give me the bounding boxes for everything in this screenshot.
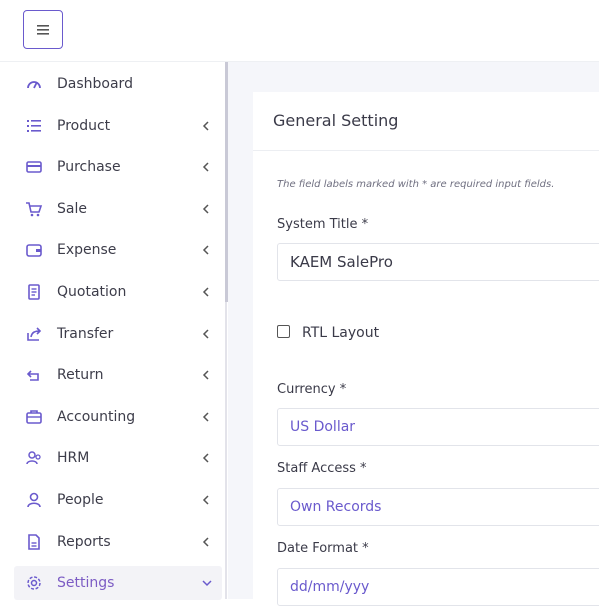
dashboard-gauge-icon — [27, 81, 41, 89]
sidebar-item-dashboard[interactable]: Dashboard — [14, 67, 222, 101]
sidebar-item-label: HRM — [57, 450, 90, 466]
cart-icon — [26, 202, 43, 217]
card-icon — [26, 161, 42, 173]
card-divider — [253, 150, 599, 151]
top-navbar — [0, 0, 599, 62]
sidebar-item-label: Reports — [57, 534, 111, 550]
sidebar-item-purchase[interactable]: Purchase — [14, 150, 222, 184]
page-title: General Setting — [273, 111, 399, 130]
sidebar-item-return[interactable]: Return — [14, 358, 222, 392]
return-icon — [26, 370, 39, 381]
chevron-down-icon — [202, 580, 212, 587]
sidebar-item-hrm[interactable]: HRM — [14, 441, 222, 475]
currency-label: Currency * — [277, 382, 347, 397]
chevron-left-icon — [202, 121, 209, 131]
sidebar-item-label: People — [57, 492, 104, 508]
rtl-layout-checkbox[interactable] — [277, 325, 290, 338]
chevron-left-icon — [202, 453, 209, 463]
sidebar-toggle-button[interactable] — [23, 10, 63, 49]
sidebar-item-sale[interactable]: Sale — [14, 192, 222, 226]
chevron-left-icon — [202, 495, 209, 505]
sidebar-item-label: Sale — [57, 201, 87, 217]
system-title-label: System Title * — [277, 217, 369, 232]
list-icon — [27, 120, 41, 132]
sidebar-item-people[interactable]: People — [14, 483, 222, 517]
chevron-left-icon — [202, 204, 209, 214]
hamburger-icon — [37, 24, 49, 35]
chevron-left-icon — [202, 412, 209, 422]
chevron-left-icon — [202, 162, 209, 172]
users-icon — [26, 451, 41, 465]
staff-access-select[interactable]: Own Records — [277, 488, 599, 526]
sidebar-item-label: Dashboard — [57, 76, 133, 92]
briefcase-icon — [26, 410, 42, 424]
sidebar-item-label: Return — [57, 367, 104, 383]
sidebar-item-reports[interactable]: Reports — [14, 525, 222, 559]
chevron-left-icon — [202, 370, 209, 380]
sidebar-item-product[interactable]: Product — [14, 109, 222, 143]
sidebar-item-settings[interactable]: Settings — [14, 566, 222, 600]
gear-icon — [27, 576, 41, 590]
sidebar-item-label: Expense — [57, 242, 117, 258]
sidebar-item-quotation[interactable]: Quotation — [14, 275, 222, 309]
sidebar-item-label: Purchase — [57, 159, 121, 175]
report-file-icon — [28, 534, 40, 550]
document-icon — [28, 284, 40, 300]
chevron-left-icon — [202, 287, 209, 297]
chevron-left-icon — [202, 245, 209, 255]
date-format-label: Date Format * — [277, 541, 369, 556]
sidebar-item-label: Transfer — [57, 326, 114, 342]
chevron-left-icon — [202, 537, 209, 547]
system-title-input[interactable] — [277, 243, 599, 281]
sidebar-item-label: Settings — [57, 575, 115, 591]
currency-select[interactable]: US Dollar — [277, 408, 599, 446]
chevron-left-icon — [202, 329, 209, 339]
sidebar-item-accounting[interactable]: Accounting — [14, 400, 222, 434]
required-fields-note: The field labels marked with * are requi… — [277, 179, 555, 190]
share-icon — [27, 327, 42, 341]
date-format-select[interactable]: dd/mm/yyy — [277, 568, 599, 606]
sidebar-item-label: Quotation — [57, 284, 127, 300]
sidebar-item-label: Accounting — [57, 409, 136, 425]
staff-access-label: Staff Access * — [277, 461, 367, 476]
sidebar-item-transfer[interactable]: Transfer — [14, 317, 222, 351]
sidebar-item-label: Product — [57, 118, 111, 134]
user-icon — [27, 492, 41, 508]
sidebar-item-expense[interactable]: Expense — [14, 233, 222, 267]
wallet-icon — [26, 244, 42, 257]
rtl-layout-label: RTL Layout — [302, 325, 380, 341]
